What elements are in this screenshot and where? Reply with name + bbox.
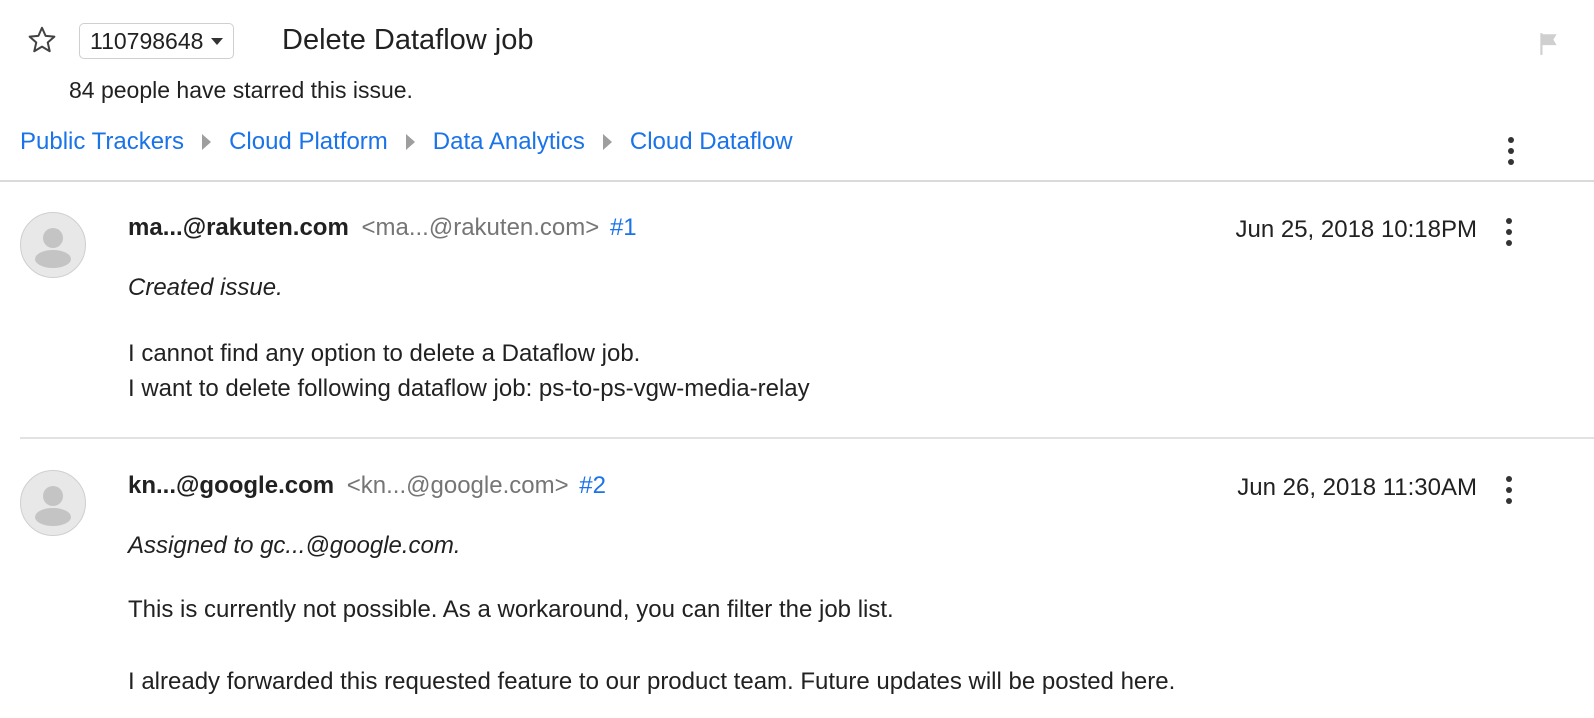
comment-text-line: I cannot find any option to delete a Dat… — [128, 340, 641, 367]
comment-author: ma...@rakuten.com — [128, 214, 349, 241]
more-vert-icon[interactable] — [1500, 134, 1522, 168]
comment-author-line: ma...@rakuten.com <ma...@rakuten.com> #1 — [128, 214, 637, 242]
comment-text-line: I already forwarded this requested featu… — [128, 668, 1176, 695]
comment-date: Jun 26, 2018 11:30AM — [1237, 474, 1477, 501]
comment-author: kn...@google.com — [128, 472, 335, 499]
flag-icon[interactable] — [1536, 30, 1562, 58]
comment-author-line: kn...@google.com <kn...@google.com> #2 — [128, 472, 606, 500]
comment-number-link[interactable]: #1 — [610, 214, 637, 241]
header-divider — [0, 180, 1594, 182]
issue-id-dropdown[interactable]: 110798648 — [79, 23, 235, 59]
comment-text-line: This is currently not possible. As a wor… — [128, 596, 894, 623]
comment-divider — [20, 437, 1594, 439]
breadcrumb: Public Trackers Cloud Platform Data Anal… — [20, 126, 793, 158]
issue-page: 110798648 Delete Dataflow job 84 people … — [0, 0, 1594, 718]
comment-author-email: <kn...@google.com> — [346, 472, 569, 499]
issue-title: Delete Dataflow job — [282, 24, 534, 56]
breadcrumb-separator-icon — [405, 134, 415, 150]
issue-header: 110798648 Delete Dataflow job 84 people … — [0, 0, 1594, 182]
more-vert-icon[interactable] — [1498, 473, 1520, 507]
comment-date: Jun 25, 2018 10:18PM — [1235, 216, 1477, 243]
breadcrumb-cloud-dataflow[interactable]: Cloud Dataflow — [630, 128, 793, 156]
comment-number-link[interactable]: #2 — [579, 472, 606, 499]
breadcrumb-public-trackers[interactable]: Public Trackers — [20, 128, 184, 156]
comment-text-line: I want to delete following dataflow job:… — [128, 375, 810, 402]
breadcrumb-data-analytics[interactable]: Data Analytics — [433, 128, 585, 156]
comment-action: Assigned to gc...@google.com. — [128, 532, 461, 559]
more-vert-icon[interactable] — [1498, 215, 1520, 249]
breadcrumb-cloud-platform[interactable]: Cloud Platform — [229, 128, 388, 156]
star-icon[interactable] — [26, 24, 58, 56]
starred-count: 84 people have starred this issue. — [69, 77, 413, 103]
avatar-icon — [20, 212, 86, 278]
breadcrumb-separator-icon — [202, 134, 212, 150]
comment-author-email: <ma...@rakuten.com> — [361, 214, 600, 241]
issue-id-value: 110798648 — [90, 27, 204, 54]
avatar-icon — [20, 470, 86, 536]
comment-action: Created issue. — [128, 274, 283, 301]
caret-down-icon — [211, 37, 224, 45]
breadcrumb-separator-icon — [602, 134, 612, 150]
